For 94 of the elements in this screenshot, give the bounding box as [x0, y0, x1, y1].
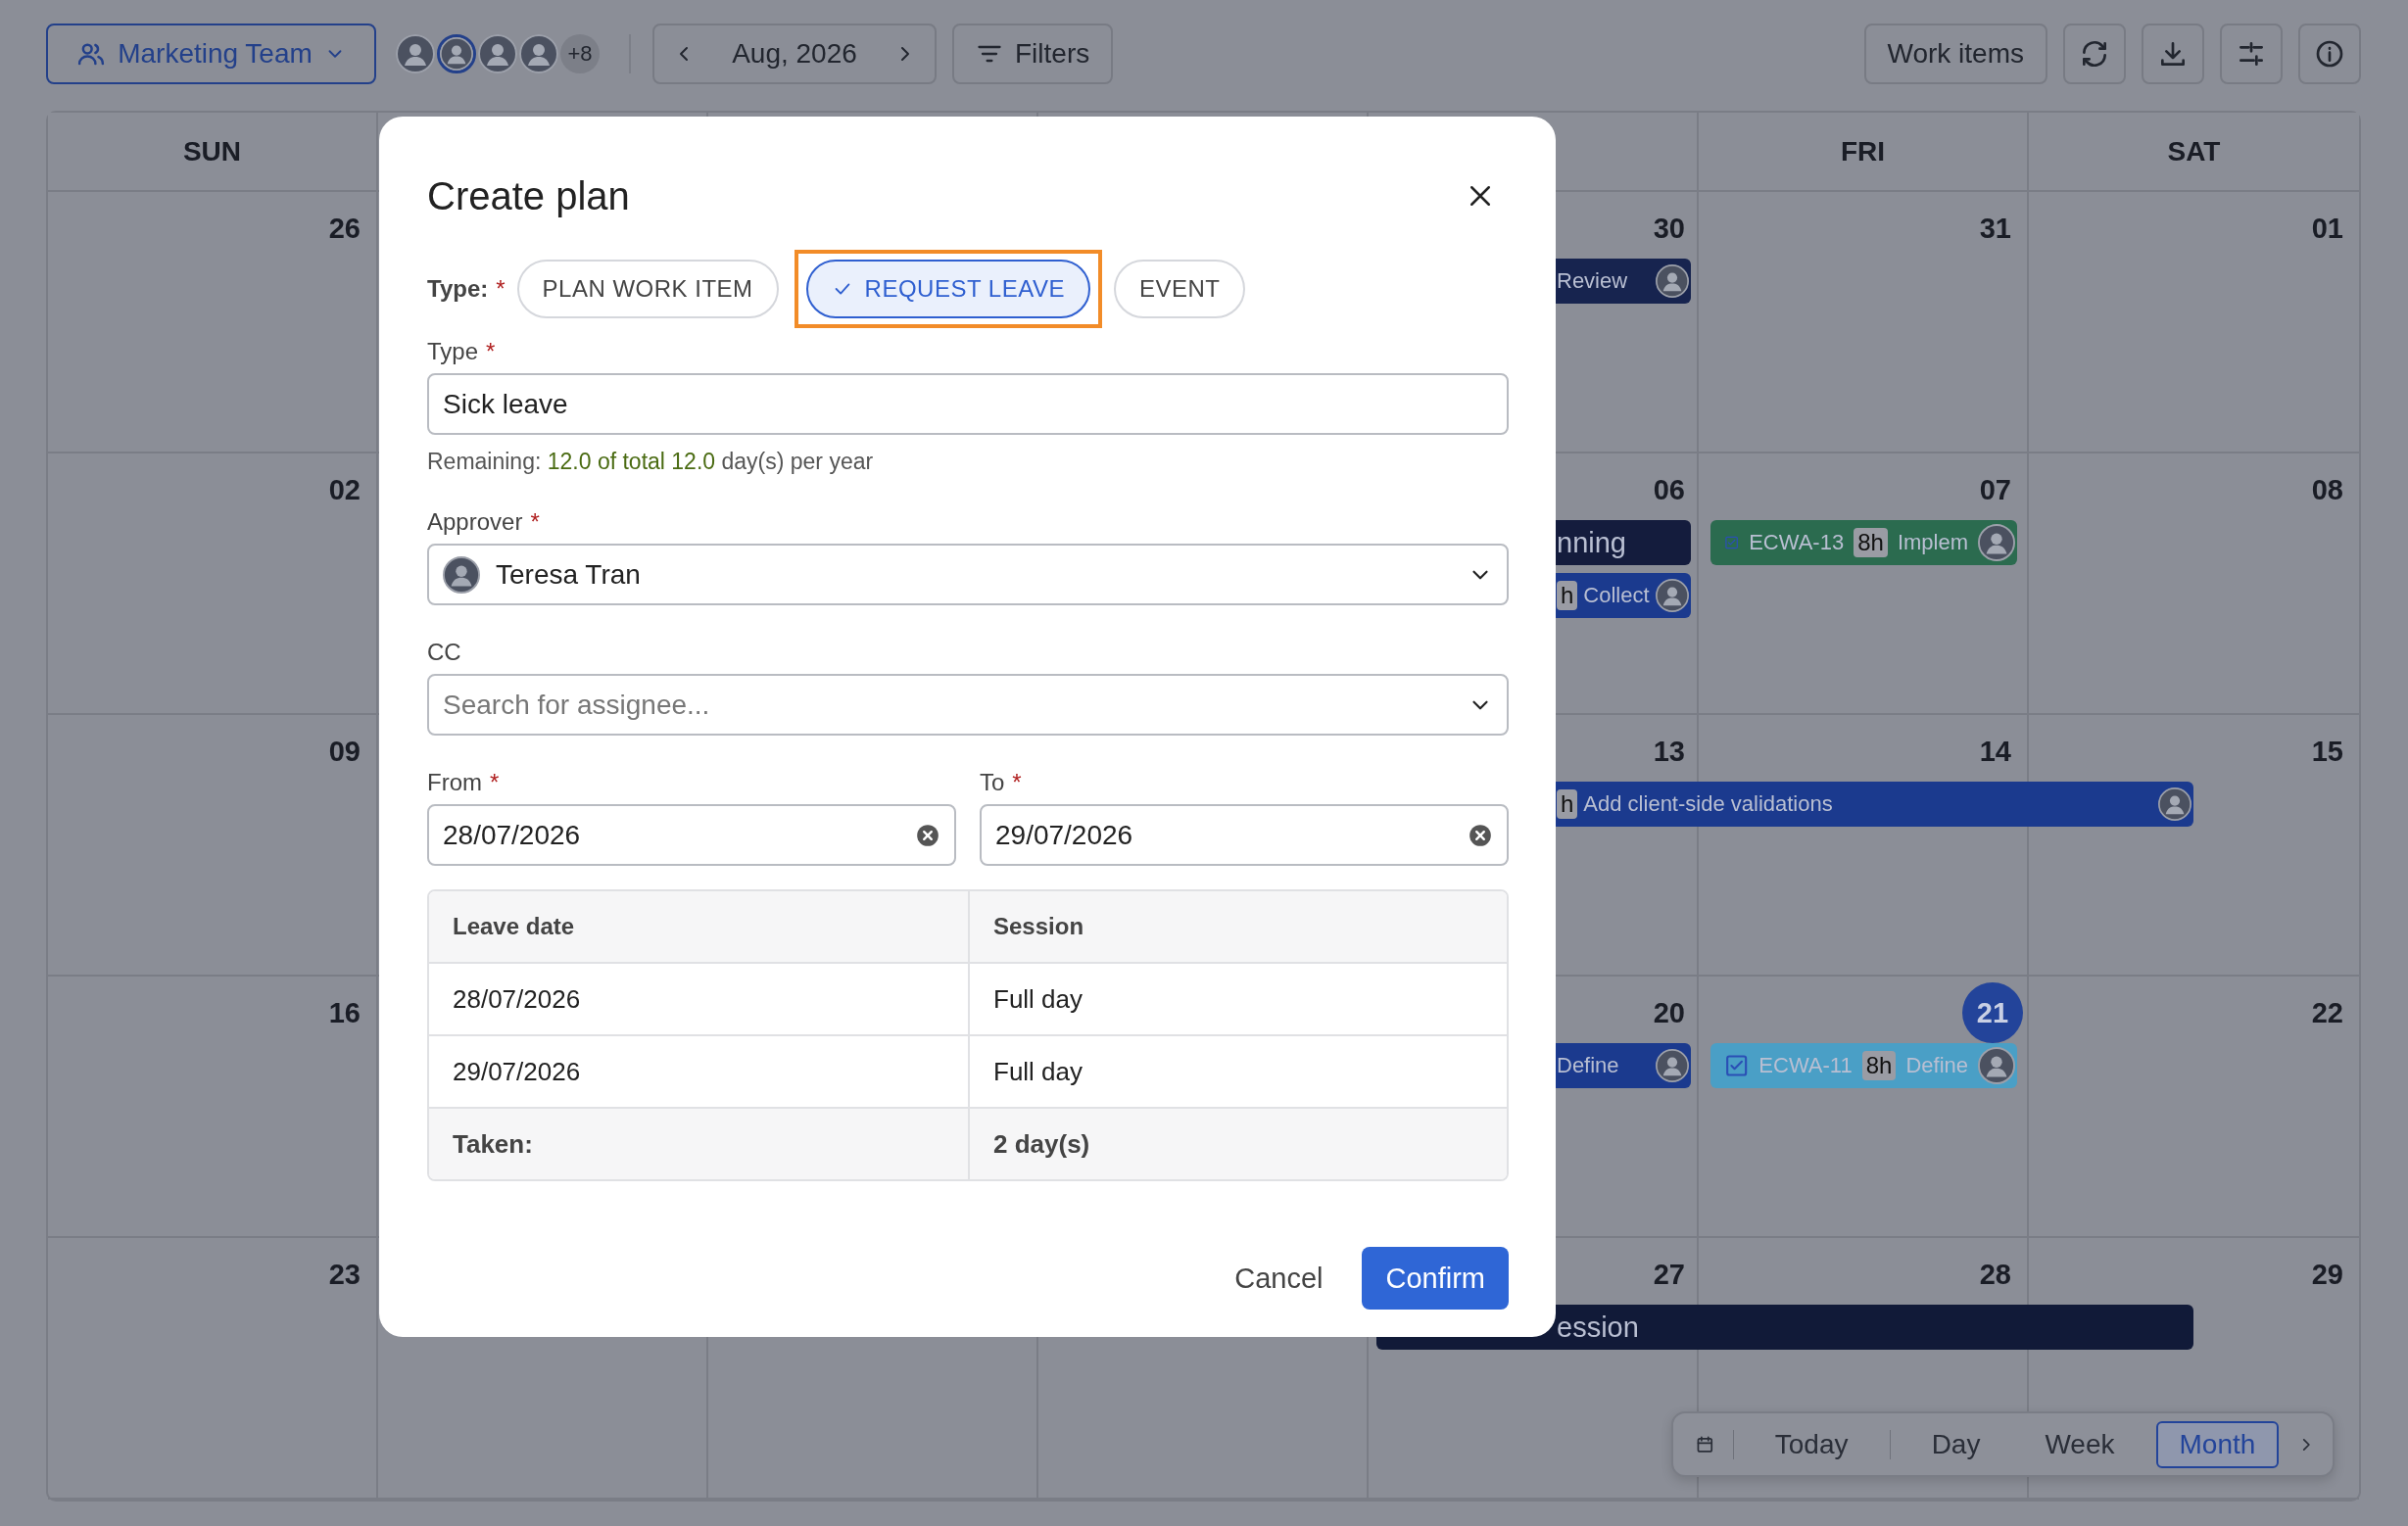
type-field[interactable]: Sick leave — [427, 373, 1509, 435]
settings-button[interactable] — [2220, 24, 2283, 84]
event-title: Define — [1905, 1053, 1968, 1078]
hours-badge: 8h — [1854, 528, 1888, 557]
hours-badge: h — [1557, 581, 1578, 610]
member-avatar[interactable] — [437, 34, 476, 73]
day-number: 28 — [1979, 1257, 2011, 1292]
more-members-count[interactable]: +8 — [560, 34, 600, 73]
info-icon — [2314, 38, 2345, 70]
clear-icon[interactable] — [915, 822, 940, 848]
type-option[interactable]: EVENT — [1113, 260, 1246, 318]
date-field[interactable]: 29/07/2026 — [980, 804, 1509, 866]
confirm-button[interactable]: Confirm — [1362, 1247, 1509, 1310]
work-items-button[interactable]: Work items — [1863, 24, 2047, 84]
table-cell: Full day — [968, 964, 1507, 1034]
date-value: 29/07/2026 — [995, 819, 1134, 851]
clear-icon[interactable] — [1468, 822, 1493, 848]
view-tab[interactable]: Day — [1907, 1420, 2004, 1468]
date-field[interactable]: 28/07/2026 — [427, 804, 956, 866]
cc-select[interactable]: Search for assignee... — [427, 674, 1509, 736]
weekday-header: SUN — [48, 113, 378, 192]
field-label: From * — [427, 769, 501, 796]
field-label: Type * — [427, 338, 497, 365]
column-header: Session — [968, 891, 1507, 962]
today-date-badge: 21 — [1962, 982, 2023, 1043]
day-number: 02 — [328, 472, 361, 507]
day-number: 13 — [1653, 734, 1685, 769]
date-value: 28/07/2026 — [443, 819, 582, 851]
event-title: ession — [1557, 1311, 1639, 1344]
info-button[interactable] — [2298, 24, 2361, 84]
today-button[interactable]: Today — [1751, 1420, 1872, 1468]
field-label: CC — [427, 639, 462, 666]
field-label: To * — [980, 769, 1023, 796]
event-title: nning — [1557, 526, 1626, 559]
member-avatar[interactable] — [519, 34, 558, 73]
weekday-header: FRI — [1699, 113, 2029, 192]
approver-name: Teresa Tran — [496, 558, 642, 591]
view-tab[interactable]: Week — [2021, 1420, 2139, 1468]
day-number: 29 — [2311, 1257, 2343, 1292]
event-title: Implem — [1897, 530, 1968, 555]
avatar-icon — [2158, 787, 2191, 821]
column-header: Leave date — [452, 912, 576, 941]
refresh-button[interactable] — [2063, 24, 2126, 84]
table-cell: 2 day(s) — [968, 1109, 1507, 1179]
month-label: Aug, 2026 — [732, 38, 857, 70]
weekday-header: SAT — [2029, 113, 2359, 192]
day-number: 31 — [1979, 211, 2011, 246]
table-cell-text: Taken: — [452, 1127, 534, 1161]
event-code: ECWA-11 — [1758, 1053, 1853, 1078]
day-number: 15 — [2311, 734, 2343, 769]
day-number: 09 — [328, 734, 361, 769]
day-number: 27 — [1653, 1257, 1685, 1292]
event-bar[interactable]: ECWA-13 8h Implem — [1710, 520, 2017, 565]
field-label: Approver * — [427, 508, 541, 536]
avatar-icon — [1656, 264, 1689, 298]
day-number: 16 — [328, 995, 361, 1030]
event-bar[interactable]: ECWA-11 8h Define — [1710, 1043, 2017, 1088]
type-option[interactable]: PLAN WORK ITEM — [516, 260, 779, 318]
hours-badge: 8h — [1861, 1051, 1897, 1080]
day-number: 06 — [1653, 472, 1685, 507]
avatar-icon — [1656, 579, 1689, 612]
day-number: 07 — [1979, 472, 2011, 507]
type-option[interactable]: REQUEST LEAVE — [805, 260, 1090, 318]
hours-badge: h — [1557, 789, 1578, 819]
dialog-title: Create plan — [427, 173, 630, 218]
day-number: 30 — [1653, 211, 1685, 246]
table-cell-text: 29/07/2026 — [452, 1055, 582, 1088]
event-title: Add client-side validations — [1583, 791, 1833, 817]
day-number: 08 — [2311, 472, 2343, 507]
avatar-icon — [1978, 1047, 2015, 1084]
day-number: 22 — [2311, 995, 2343, 1030]
remaining-balance-text: Remaining: 12.0 of total 12.0 day(s) per year — [427, 449, 875, 475]
approver-select[interactable]: Teresa Tran — [427, 544, 1509, 605]
member-avatar[interactable] — [478, 34, 517, 73]
event-title: Review — [1557, 268, 1628, 294]
day-number: 23 — [328, 1257, 361, 1292]
event-code: ECWA-13 — [1749, 530, 1845, 555]
filters-button[interactable]: Filters — [952, 24, 1114, 84]
day-number: 01 — [2311, 211, 2343, 246]
field-label: Type: * — [427, 275, 506, 303]
day-number: 20 — [1653, 995, 1685, 1030]
member-avatar[interactable] — [396, 34, 435, 73]
event-title: Define — [1557, 1053, 1619, 1078]
checkbox-icon — [1724, 1053, 1750, 1078]
download-button[interactable] — [2142, 24, 2204, 84]
day-number: 26 — [328, 211, 361, 246]
avatar-icon — [1656, 1049, 1689, 1082]
day-number: 14 — [1979, 734, 2011, 769]
event-title: Collect — [1583, 583, 1650, 608]
placeholder-text: Search for assignee... — [443, 689, 711, 721]
avatar-icon — [1978, 524, 2015, 561]
table-cell-text: 28/07/2026 — [452, 982, 582, 1016]
cancel-button[interactable]: Cancel — [1221, 1252, 1337, 1305]
avatar-icon — [443, 555, 480, 594]
